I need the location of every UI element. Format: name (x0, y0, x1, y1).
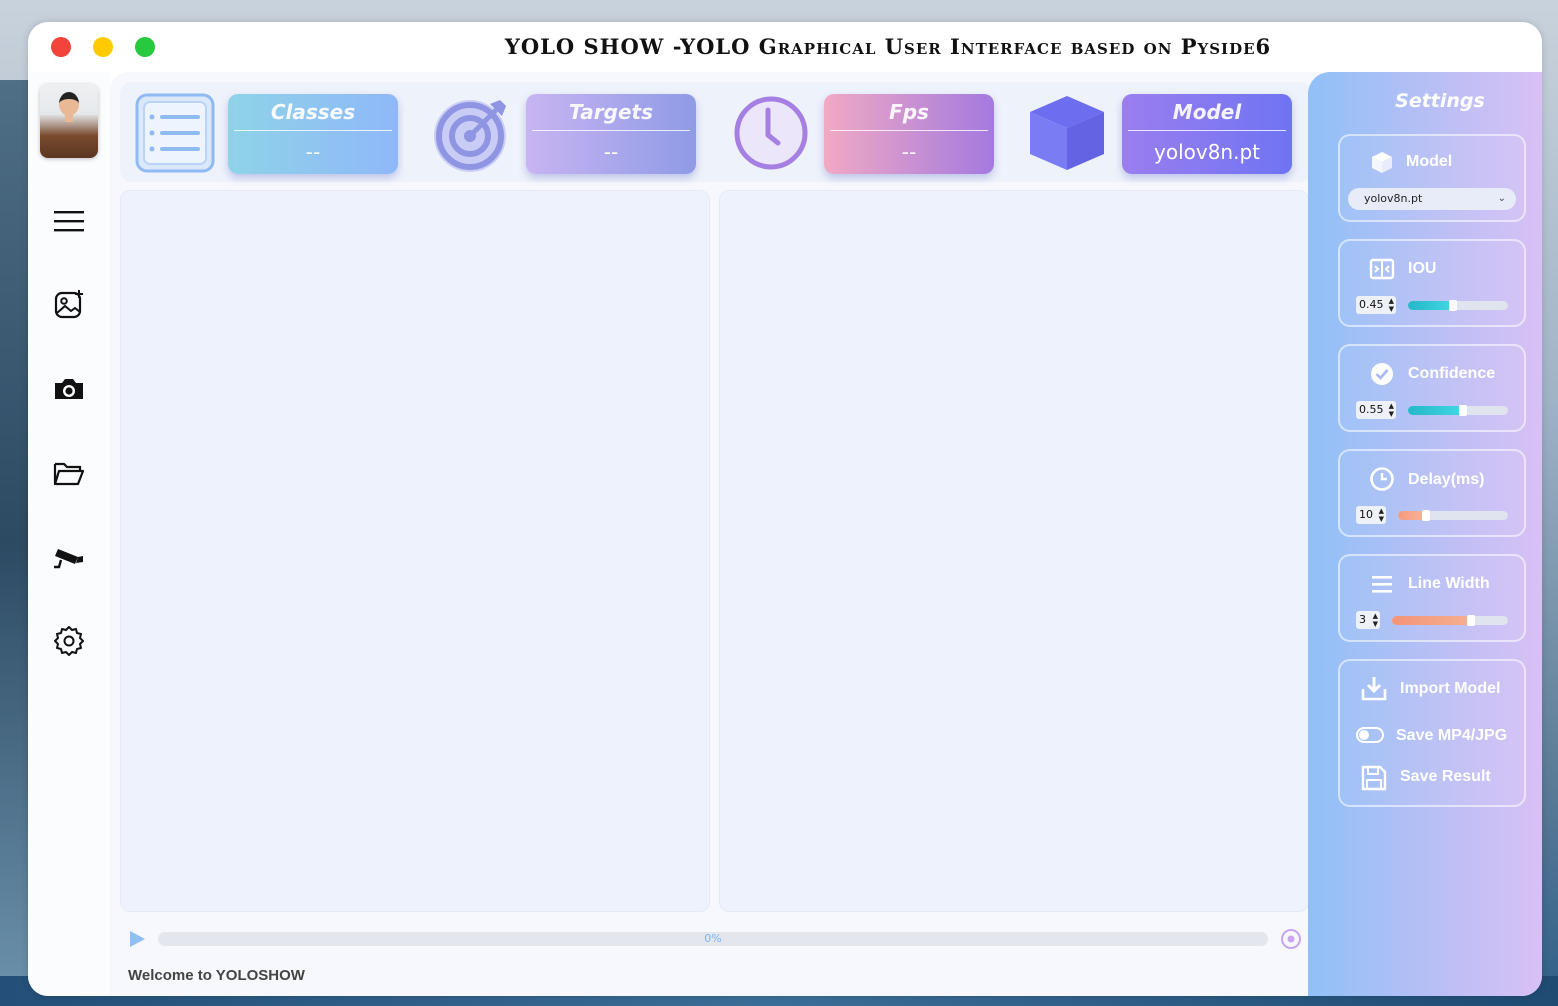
save-toggle-label: Save MP4/JPG (1396, 727, 1508, 744)
clock-icon (734, 96, 808, 170)
iou-label: IOU (1408, 260, 1437, 277)
targets-card: Targets -- (526, 94, 696, 174)
iou-slider-handle[interactable] (1449, 300, 1457, 311)
list-icon (135, 93, 215, 173)
main-area: Classes -- Targets -- Fps -- Model yolov… (110, 72, 1322, 996)
confidence-slider[interactable] (1408, 405, 1508, 416)
import-model-button[interactable]: Import Model (1400, 680, 1500, 698)
model-select-value: yolov8n.pt (1364, 192, 1423, 205)
target-icon (434, 100, 506, 172)
model-title: Model (1172, 100, 1242, 124)
image-add-icon[interactable] (52, 288, 86, 322)
settings-panel: Settings Model yolov8n.pt ⌄ IOU 0.45 ▲ ▼… (1308, 72, 1542, 996)
menu-icon[interactable] (52, 204, 86, 238)
line-width-label: Line Width (1408, 575, 1490, 592)
clock-small-icon (1370, 467, 1394, 491)
avatar[interactable] (40, 84, 98, 158)
confidence-settings-box: Confidence 0.55 ▲ ▼ (1338, 344, 1526, 432)
line-width-spinbox[interactable]: 3 ▲ ▼ (1356, 611, 1380, 629)
fps-title: Fps (889, 100, 929, 124)
gear-icon[interactable] (52, 624, 86, 658)
play-icon[interactable] (128, 930, 146, 948)
progress-label: 0% (704, 932, 722, 945)
delay-value: 10 (1359, 508, 1373, 521)
classes-title: Classes (270, 100, 356, 124)
cube-small-icon (1372, 152, 1392, 173)
line-width-icon (1372, 576, 1392, 593)
result-image-pane (719, 190, 1309, 912)
stop-icon[interactable] (1280, 928, 1302, 950)
model-settings-box: Model yolov8n.pt ⌄ (1338, 134, 1526, 222)
targets-value: -- (603, 140, 619, 164)
fps-value: -- (901, 140, 917, 164)
close-window-button[interactable] (51, 37, 71, 57)
delay-spinbox[interactable]: 10 ▲ ▼ (1356, 506, 1386, 524)
fps-card: Fps -- (824, 94, 994, 174)
title-bar: YOLO SHOW -YOLO Graphical User Interface… (28, 22, 1542, 72)
line-width-value: 3 (1359, 613, 1366, 626)
iou-value: 0.45 (1359, 298, 1384, 311)
line-width-settings-box: Line Width 3 ▲ ▼ (1338, 554, 1526, 642)
sidebar (28, 72, 110, 996)
actions-box: Import Model Save MP4/JPG Save Result (1338, 659, 1526, 807)
spin-arrows-icon[interactable]: ▲ ▼ (1389, 297, 1394, 313)
targets-title: Targets (569, 100, 653, 124)
download-icon[interactable] (1360, 675, 1388, 703)
model-value: yolov8n.pt (1154, 140, 1260, 164)
save-toggle-switch[interactable] (1356, 727, 1384, 743)
minimize-window-button[interactable] (93, 37, 113, 57)
stats-bar: Classes -- Targets -- Fps -- Model yolov… (120, 82, 1312, 182)
save-result-button[interactable]: Save Result (1400, 768, 1491, 786)
line-width-slider[interactable] (1392, 615, 1508, 626)
progress-bar: 0% (158, 932, 1268, 946)
delay-label: Delay(ms) (1408, 471, 1485, 488)
settings-title: Settings (1395, 90, 1485, 112)
spin-arrows-icon[interactable]: ▲ ▼ (1379, 507, 1384, 523)
spin-arrows-icon[interactable]: ▲ ▼ (1389, 402, 1394, 418)
maximize-window-button[interactable] (135, 37, 155, 57)
iou-slider[interactable] (1408, 300, 1508, 311)
iou-settings-box: IOU 0.45 ▲ ▼ (1338, 239, 1526, 327)
line-width-slider-handle[interactable] (1466, 615, 1475, 626)
model-label: Model (1406, 153, 1453, 170)
surveillance-camera-icon[interactable] (52, 540, 86, 574)
spin-arrows-icon[interactable]: ▲ ▼ (1373, 612, 1378, 628)
app-window: YOLO SHOW -YOLO Graphical User Interface… (28, 22, 1542, 996)
window-title: YOLO SHOW -YOLO Graphical User Interface… (504, 34, 1272, 59)
confidence-label: Confidence (1408, 365, 1496, 382)
folder-open-icon[interactable] (52, 456, 86, 490)
confidence-slider-handle[interactable] (1459, 405, 1467, 416)
confidence-value: 0.55 (1359, 403, 1384, 416)
iou-spinbox[interactable]: 0.45 ▲ ▼ (1356, 296, 1396, 314)
camera-icon[interactable] (52, 372, 86, 406)
iou-icon (1369, 258, 1395, 280)
delay-slider[interactable] (1398, 510, 1508, 521)
status-message: Welcome to YOLOSHOW (128, 967, 305, 984)
floppy-disk-icon[interactable] (1360, 764, 1388, 792)
cube-icon (1030, 96, 1104, 170)
check-circle-icon (1371, 363, 1393, 385)
classes-card: Classes -- (228, 94, 398, 174)
delay-settings-box: Delay(ms) 10 ▲ ▼ (1338, 449, 1526, 537)
model-select[interactable]: yolov8n.pt ⌄ (1348, 188, 1516, 210)
delay-slider-handle[interactable] (1421, 510, 1430, 521)
classes-value: -- (305, 140, 321, 164)
chevron-down-icon: ⌄ (1497, 193, 1506, 204)
original-image-pane (120, 190, 710, 912)
model-card: Model yolov8n.pt (1122, 94, 1292, 174)
confidence-spinbox[interactable]: 0.55 ▲ ▼ (1356, 401, 1396, 419)
